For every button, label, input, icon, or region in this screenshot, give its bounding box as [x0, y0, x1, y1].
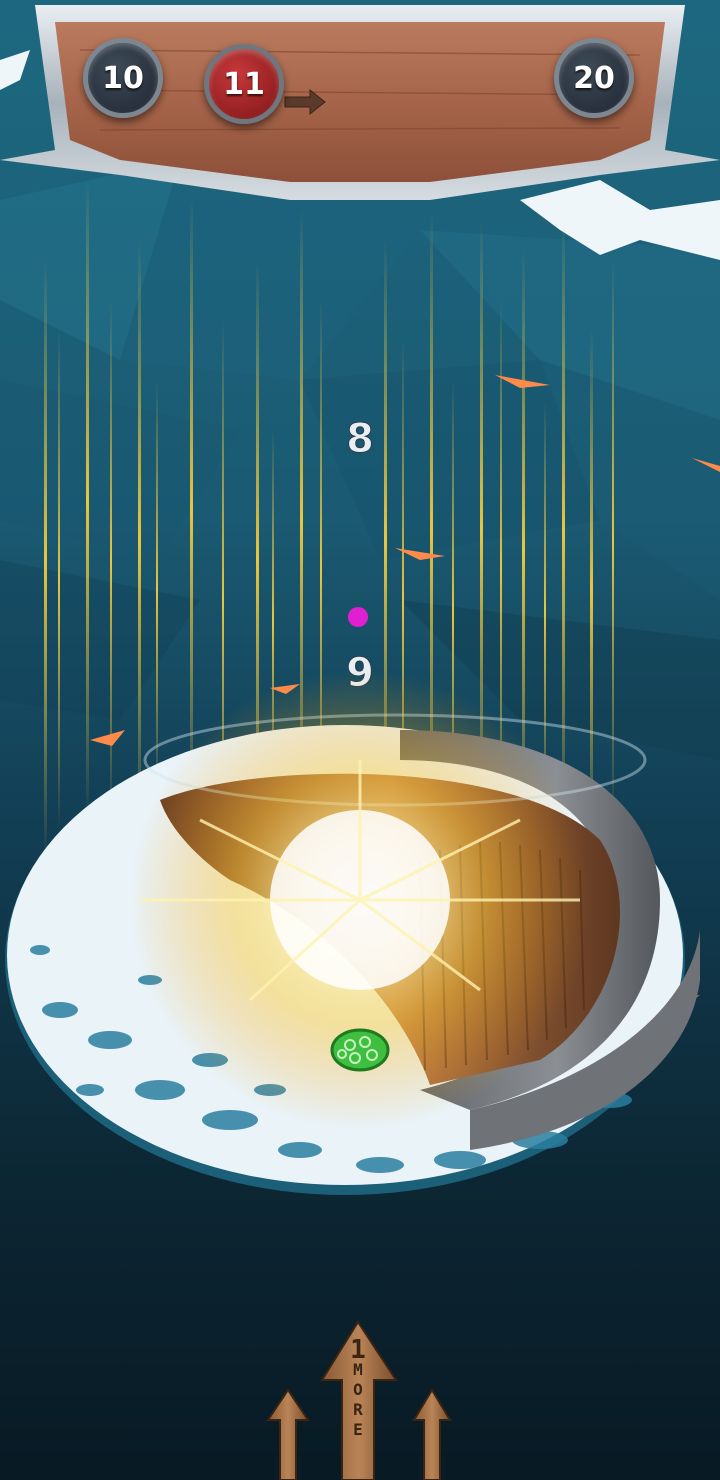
next-level-badge: 20 [554, 38, 634, 118]
more-letter-e: E [353, 1420, 363, 1439]
marker-dot [348, 607, 368, 627]
game-scene: 8 9 [0, 0, 720, 1480]
more-hint-label: 1 M O R E [343, 1335, 373, 1440]
more-count: 1 [350, 1335, 366, 1365]
player-ball [330, 1028, 390, 1072]
more-letter-m: M [353, 1360, 363, 1379]
current-level-badge: 11 [204, 44, 284, 124]
platform-number-8: 8 [346, 416, 374, 462]
more-letter-r: R [353, 1400, 363, 1419]
previous-level-badge: 10 [83, 38, 163, 118]
more-letter-o: O [353, 1380, 363, 1399]
